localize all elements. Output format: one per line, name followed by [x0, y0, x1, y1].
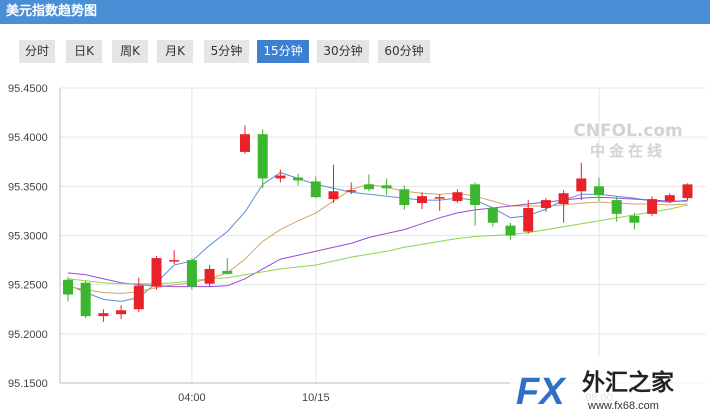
candle — [186, 258, 197, 290]
candle — [151, 256, 162, 290]
watermark-brand: CNFOL.com — [573, 121, 683, 141]
candle — [328, 164, 339, 204]
candle-body — [80, 282, 91, 317]
candle — [505, 222, 516, 240]
candle-body — [63, 279, 73, 295]
candle-body — [346, 190, 357, 192]
candle — [169, 250, 180, 265]
candle — [523, 200, 534, 234]
candle — [381, 178, 392, 196]
candle-body — [363, 184, 374, 190]
candle — [257, 129, 268, 189]
candle-body — [647, 199, 658, 214]
candle — [63, 276, 73, 302]
logo-cn: 外汇之家 — [582, 369, 674, 396]
candle-body — [151, 258, 162, 287]
candle-body — [133, 285, 144, 310]
candle — [399, 185, 410, 210]
candle-body — [169, 260, 180, 262]
candle-body — [222, 270, 233, 274]
candle-body — [558, 193, 569, 205]
candle — [204, 265, 215, 287]
y-tick-label: 95.4000 — [8, 132, 48, 144]
candle — [682, 183, 693, 201]
candle — [363, 174, 374, 192]
candle-body — [116, 310, 127, 315]
x-tick-label: 10/15 — [302, 392, 330, 404]
candle-body — [540, 200, 551, 208]
candle-body — [98, 313, 109, 317]
candle-body — [664, 195, 675, 202]
candle-body — [523, 207, 534, 232]
candle — [310, 176, 321, 199]
candle — [222, 258, 233, 275]
candle-body — [417, 196, 427, 204]
candle-body — [434, 197, 445, 199]
logo-fx: FX — [516, 371, 567, 413]
y-tick-label: 95.1500 — [8, 378, 48, 390]
candle-body — [293, 177, 304, 181]
candle — [116, 305, 127, 320]
candle-body — [399, 189, 410, 206]
candle-body — [487, 207, 498, 223]
candle-body — [310, 181, 321, 198]
candle-body — [576, 178, 587, 192]
candle — [558, 190, 569, 223]
y-tick-label: 95.2500 — [8, 280, 48, 292]
y-tick-label: 95.3500 — [8, 181, 48, 193]
candle — [417, 192, 427, 209]
candle — [452, 189, 463, 204]
candle-body — [452, 192, 463, 202]
x-tick-label: 04:00 — [178, 392, 206, 404]
candle — [133, 277, 144, 313]
candle-body — [505, 225, 516, 236]
candle-body — [186, 260, 197, 287]
candle — [293, 173, 304, 186]
watermark-sub: 中金在线 — [590, 142, 666, 160]
candle — [275, 169, 286, 183]
candle-body — [381, 185, 392, 189]
y-tick-label: 95.2000 — [8, 329, 48, 341]
candle-body — [594, 186, 604, 196]
candle — [470, 182, 481, 226]
candle-body — [470, 184, 481, 206]
y-tick-label: 95.4500 — [8, 83, 48, 95]
candle-body — [257, 134, 268, 179]
candle-body — [682, 184, 693, 199]
candle-body — [629, 215, 640, 223]
candle-body — [328, 191, 339, 200]
fx68-logo: FX 外汇之家 www.fx68.com — [510, 357, 710, 417]
candle-body — [275, 175, 286, 179]
candle-body — [611, 200, 622, 214]
y-tick-label: 95.3000 — [8, 231, 48, 243]
logo-url: www.fx68.com — [587, 400, 659, 412]
candle — [434, 194, 445, 211]
candle-body — [240, 134, 250, 152]
candle — [98, 309, 109, 323]
candle — [80, 280, 91, 319]
candle — [487, 206, 498, 227]
candle — [240, 125, 250, 154]
watermark: CNFOL.com 中金在线 — [573, 121, 683, 160]
candlestick-chart: CNFOL.com 中金在线 95.4500 95.4000 95.3500 95.3… — [8, 83, 710, 417]
candle — [647, 196, 658, 216]
candle-body — [204, 268, 215, 284]
